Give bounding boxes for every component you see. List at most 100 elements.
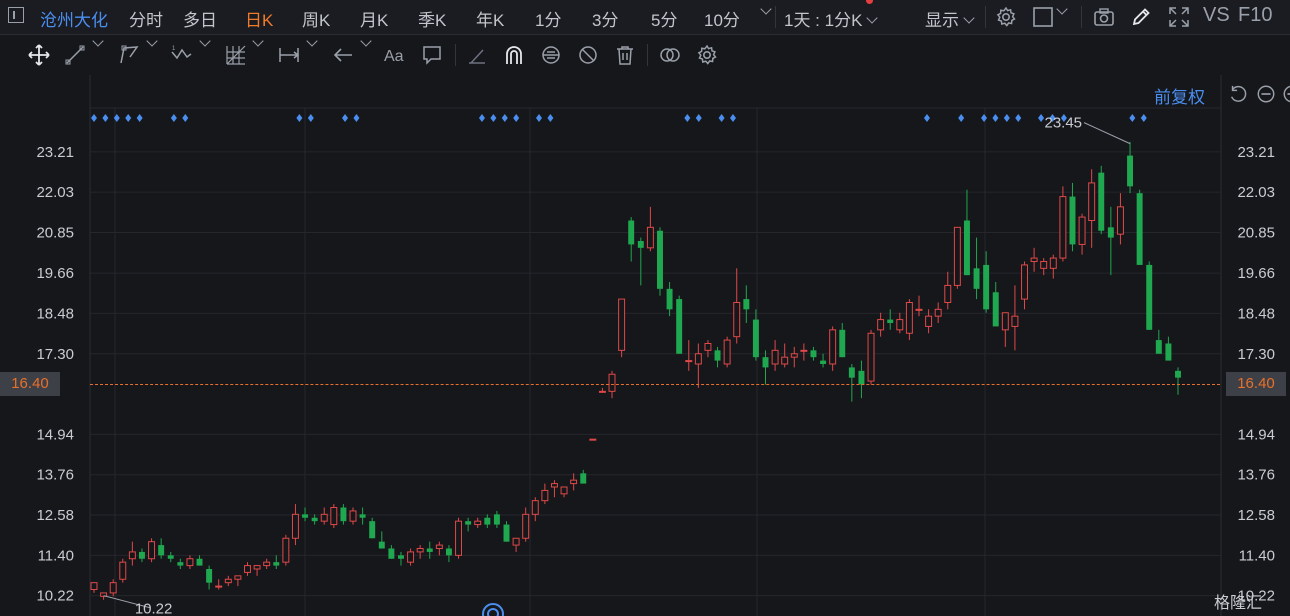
interval-select[interactable]: 1天 : 1分K (784, 6, 879, 31)
y-tick-label: 17.30 (1237, 346, 1275, 363)
candle-body (109, 582, 117, 594)
candle-body (1049, 257, 1057, 269)
candle-body (1030, 257, 1038, 263)
tab-duori[interactable]: 多日 (183, 6, 217, 31)
signal-dot (501, 114, 508, 122)
candle-body (867, 332, 875, 382)
polyline-icon[interactable] (118, 44, 140, 66)
tab-niank[interactable]: 年K (476, 6, 504, 31)
trash-icon[interactable] (614, 44, 636, 66)
layout-square-icon[interactable] (1032, 6, 1054, 28)
y-tick-label: 22.03 (1237, 184, 1275, 201)
candle-body (311, 517, 318, 522)
tab-fenshi[interactable]: 分时 (129, 6, 163, 31)
watermark-logo: 格隆汇 (1214, 595, 1263, 612)
wave-chevron-icon[interactable] (195, 34, 211, 54)
tab-3min[interactable]: 3分 (592, 6, 618, 31)
camera-icon[interactable] (1093, 6, 1115, 28)
comment-icon[interactable] (421, 44, 443, 66)
candle-body (282, 537, 290, 563)
current-price-label-right: 16.40 (1226, 372, 1286, 396)
candle-body (905, 302, 913, 334)
fibonacci-grid-icon[interactable] (225, 44, 247, 66)
candle-body (839, 329, 846, 358)
candle-body (580, 473, 587, 484)
candle-body (244, 565, 251, 573)
target-icon[interactable] (481, 602, 505, 616)
candle-body (800, 349, 808, 352)
tab-jik[interactable]: 季K (418, 6, 446, 31)
range-measure-icon[interactable] (278, 44, 300, 66)
candle-body (676, 299, 683, 354)
y-tick-label: 13.76 (1237, 467, 1275, 484)
y-tick-label: 19.66 (1237, 265, 1275, 282)
tab-5min[interactable]: 5分 (651, 6, 677, 31)
layout-chevron-icon[interactable] (1052, 2, 1068, 22)
lock-drawing-icon[interactable] (540, 44, 562, 66)
y-tick-label: 13.76 (36, 467, 74, 484)
candle-body (186, 558, 194, 567)
arrow-left-icon[interactable] (332, 44, 354, 66)
signal-markers (91, 114, 1147, 122)
gear-icon[interactable] (995, 6, 1017, 28)
eraser-line-icon[interactable] (466, 44, 488, 66)
pencil-icon[interactable] (1130, 6, 1152, 28)
candle-body (291, 513, 299, 539)
tab-1min[interactable]: 1分 (535, 6, 561, 31)
tab-10min[interactable]: 10分 (704, 6, 740, 31)
tab-zhouk[interactable]: 周K (302, 6, 330, 31)
candle-body (465, 521, 472, 525)
stock-name[interactable]: 沧州大化 (40, 6, 108, 31)
candle-body (963, 220, 970, 276)
candle-body (416, 548, 424, 553)
display-menu[interactable]: 显示 (925, 6, 975, 31)
candle-body (320, 513, 328, 522)
tab-rik[interactable]: 日K (245, 6, 273, 31)
signal-dot (992, 114, 999, 122)
candle-body (666, 288, 673, 310)
move-icon[interactable] (28, 44, 50, 66)
polyline-chevron-icon[interactable] (142, 34, 158, 54)
signal-dot (182, 114, 189, 122)
sidebar-toggle-icon[interactable] (8, 7, 24, 23)
candle-body (455, 520, 463, 556)
candle-body (934, 308, 942, 317)
candle-body (177, 562, 184, 566)
trendline-chevron-icon[interactable] (88, 34, 104, 54)
candle-body (426, 548, 433, 552)
wave-line-icon[interactable]: 1 (170, 44, 192, 66)
notification-dot (866, 0, 873, 4)
signal-dot (958, 114, 965, 122)
kline-chart[interactable]: 23.21 22.03 20.85 19.66 18.48 17.30 14.94 13.76… (0, 75, 1290, 616)
candle-body (992, 292, 999, 327)
candle-body (1098, 172, 1105, 231)
candle-body (1001, 312, 1009, 331)
candle-body (330, 507, 338, 526)
magnet-icon[interactable] (503, 44, 525, 66)
candle-body (685, 360, 693, 363)
trendline-icon[interactable] (64, 44, 86, 66)
candle-body (378, 541, 385, 549)
signal-dot (1003, 114, 1010, 122)
vs-compare-button[interactable]: VS (1203, 4, 1230, 27)
more-periods-chevron-icon[interactable] (756, 2, 772, 22)
arrow-chevron-icon[interactable] (356, 34, 372, 54)
candle-body (263, 561, 271, 567)
y-tick-label: 11.40 (1239, 547, 1275, 564)
candle-body (1116, 206, 1124, 235)
candle-body (206, 569, 213, 583)
tab-yuek[interactable]: 月K (360, 6, 388, 31)
candle-body (148, 541, 156, 560)
fibonacci-chevron-icon[interactable] (248, 34, 264, 54)
candle-body (589, 438, 597, 441)
range-chevron-icon[interactable] (302, 34, 318, 54)
overlap-circles-icon[interactable] (659, 44, 681, 66)
drawing-settings-gear-icon[interactable] (696, 44, 718, 66)
hide-drawings-icon[interactable] (577, 44, 599, 66)
candle-body (694, 353, 702, 365)
fullscreen-icon[interactable] (1168, 6, 1190, 28)
divider (455, 44, 456, 66)
text-tool-icon[interactable]: Aa (384, 44, 406, 66)
candle-body (953, 226, 961, 286)
f10-button[interactable]: F10 (1238, 4, 1272, 27)
